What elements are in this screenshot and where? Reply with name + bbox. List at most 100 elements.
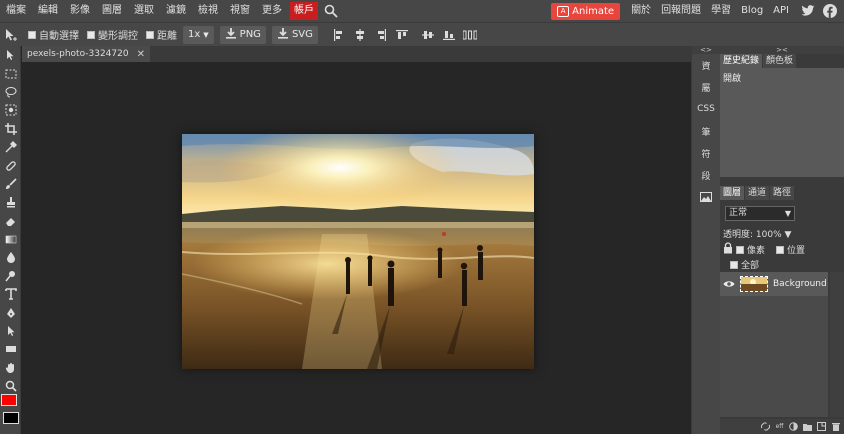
lock-all-checkbox[interactable] bbox=[730, 260, 738, 269]
canvas-area[interactable] bbox=[22, 62, 691, 434]
animate-button[interactable]: A Animate bbox=[551, 2, 621, 20]
layers-panel: 圖層 通道 路徑 正常 ▼ 透明度: 100% ▼ 像素 位置 全部 Backg… bbox=[720, 186, 844, 434]
tab-channels[interactable]: 通道 bbox=[745, 186, 770, 200]
lock-position-checkbox[interactable] bbox=[776, 245, 785, 254]
menu-window[interactable]: 視窗 bbox=[224, 0, 256, 22]
eye-icon[interactable] bbox=[722, 280, 736, 288]
link-report-bug[interactable]: 回報問題 bbox=[656, 0, 706, 22]
menu-more[interactable]: 更多 bbox=[256, 0, 288, 22]
layer-name: Background bbox=[773, 279, 827, 289]
chevron-down-icon: ▼ bbox=[203, 30, 209, 39]
twitter-icon[interactable] bbox=[800, 3, 816, 19]
auto-select-label: 自動選擇 bbox=[39, 31, 79, 42]
blend-mode-select[interactable]: 正常 ▼ bbox=[725, 206, 795, 221]
collapse-toggle[interactable]: <> bbox=[692, 46, 720, 54]
search-icon[interactable] bbox=[320, 0, 342, 22]
path-select-tool-icon[interactable] bbox=[0, 322, 21, 340]
link-blog[interactable]: Blog bbox=[736, 0, 768, 22]
tab-history[interactable]: 歷史紀錄 bbox=[720, 54, 763, 68]
rect-select-tool-icon[interactable] bbox=[0, 64, 21, 82]
move-tool-icon[interactable] bbox=[0, 46, 21, 64]
link-about[interactable]: 關於 bbox=[626, 0, 656, 22]
history-item-open[interactable]: 開啟 bbox=[723, 71, 741, 84]
align-top-icon[interactable] bbox=[393, 26, 411, 44]
align-right-icon[interactable] bbox=[372, 26, 390, 44]
tab-layers[interactable]: 圖層 bbox=[720, 186, 745, 200]
background-color-swatch[interactable] bbox=[3, 412, 19, 424]
chevron-down-icon: ▼ bbox=[784, 230, 792, 240]
gradient-tool-icon[interactable] bbox=[0, 230, 21, 248]
checkbox-distances[interactable] bbox=[146, 30, 154, 39]
menu-view[interactable]: 檢視 bbox=[192, 0, 224, 22]
distances-checkbox[interactable]: 距離 bbox=[146, 27, 177, 42]
layer-effects-icon[interactable]: eff bbox=[775, 422, 784, 431]
lock-pixels-checkbox[interactable] bbox=[736, 245, 744, 254]
pen-tool-icon[interactable] bbox=[0, 303, 21, 321]
menu-filter[interactable]: 濾鏡 bbox=[160, 0, 192, 22]
align-bottom-icon[interactable] bbox=[440, 26, 458, 44]
eraser-tool-icon[interactable] bbox=[0, 212, 21, 230]
zoom-dropdown[interactable]: 1x ▼ bbox=[183, 25, 214, 44]
adjustment-layer-icon[interactable] bbox=[789, 422, 798, 431]
text-tool-icon[interactable] bbox=[0, 285, 21, 303]
shape-tool-icon[interactable] bbox=[0, 340, 21, 358]
new-layer-icon[interactable] bbox=[817, 422, 826, 431]
foreground-color-swatch[interactable] bbox=[1, 394, 17, 406]
blur-tool-icon[interactable] bbox=[0, 248, 21, 266]
menu-account[interactable]: 帳戶 bbox=[290, 2, 318, 20]
tab-paths[interactable]: 路徑 bbox=[770, 186, 795, 200]
align-left-icon[interactable] bbox=[330, 26, 348, 44]
document-canvas-image[interactable] bbox=[182, 134, 534, 369]
menu-select[interactable]: 選取 bbox=[128, 0, 160, 22]
link-learn[interactable]: 學習 bbox=[706, 0, 736, 22]
side-mini-column: <> 資 屬 CSS 筆 符 段 bbox=[691, 46, 720, 434]
lasso-tool-icon[interactable] bbox=[0, 83, 21, 101]
checkbox-transform-controls[interactable] bbox=[87, 30, 95, 39]
layer-row-background[interactable]: Background bbox=[720, 272, 828, 296]
layers-scrollbar[interactable] bbox=[830, 272, 844, 417]
hand-tool-icon[interactable] bbox=[0, 359, 21, 377]
export-png-button[interactable]: PNG bbox=[219, 25, 266, 44]
facebook-icon[interactable] bbox=[822, 3, 838, 19]
menu-file[interactable]: 檔案 bbox=[0, 0, 32, 22]
healing-brush-tool-icon[interactable] bbox=[0, 156, 21, 174]
lock-pixels-label: 像素 bbox=[747, 246, 766, 256]
document-tab[interactable]: pexels-photo-3324720 ✕ bbox=[22, 46, 150, 62]
mini-character-button[interactable]: 符 bbox=[692, 142, 720, 164]
close-icon[interactable]: ✕ bbox=[137, 49, 145, 60]
image-icon[interactable] bbox=[692, 186, 720, 208]
mini-paragraph-button[interactable]: 段 bbox=[692, 164, 720, 186]
opacity-control[interactable]: 透明度: 100% ▼ bbox=[723, 227, 791, 240]
eyedropper-tool-icon[interactable] bbox=[0, 138, 21, 156]
link-layers-icon[interactable] bbox=[761, 422, 770, 431]
opacity-value: 100% bbox=[755, 230, 782, 240]
mini-css-button[interactable]: CSS bbox=[692, 98, 720, 120]
toolbox bbox=[0, 46, 21, 434]
menu-image[interactable]: 影像 bbox=[64, 0, 96, 22]
menu-edit[interactable]: 編輯 bbox=[32, 0, 64, 22]
clone-stamp-tool-icon[interactable] bbox=[0, 193, 21, 211]
align-middle-v-icon[interactable] bbox=[419, 26, 437, 44]
lock-all-label: 全部 bbox=[741, 261, 760, 271]
right-panels: >< 歷史紀錄 顏色板 開啟 圖層 通道 路徑 正常 ▼ 透明度: 100% ▼… bbox=[720, 46, 844, 434]
checkbox-auto-select[interactable] bbox=[28, 30, 36, 39]
export-svg-button[interactable]: SVG bbox=[271, 25, 318, 44]
brush-tool-icon[interactable] bbox=[0, 175, 21, 193]
menu-layer[interactable]: 圖層 bbox=[96, 0, 128, 22]
mini-properties-button[interactable]: 屬 bbox=[692, 76, 720, 98]
quick-select-tool-icon[interactable] bbox=[0, 101, 21, 119]
mini-brush-button[interactable]: 筆 bbox=[692, 120, 720, 142]
new-folder-icon[interactable] bbox=[803, 422, 812, 431]
crop-tool-icon[interactable] bbox=[0, 120, 21, 138]
panels-collapse-toggle[interactable]: >< bbox=[720, 46, 844, 54]
trash-icon[interactable] bbox=[831, 422, 840, 431]
mini-info-button[interactable]: 資 bbox=[692, 54, 720, 76]
tab-swatches[interactable]: 顏色板 bbox=[763, 54, 797, 68]
distribute-icon[interactable] bbox=[461, 26, 479, 44]
auto-select-checkbox[interactable]: 自動選擇 bbox=[28, 27, 79, 42]
align-center-h-icon[interactable] bbox=[351, 26, 369, 44]
dodge-tool-icon[interactable] bbox=[0, 267, 21, 285]
zoom-tool-icon[interactable] bbox=[0, 377, 21, 395]
transform-controls-checkbox[interactable]: 變形調控 bbox=[87, 27, 138, 42]
link-api[interactable]: API bbox=[768, 0, 794, 22]
